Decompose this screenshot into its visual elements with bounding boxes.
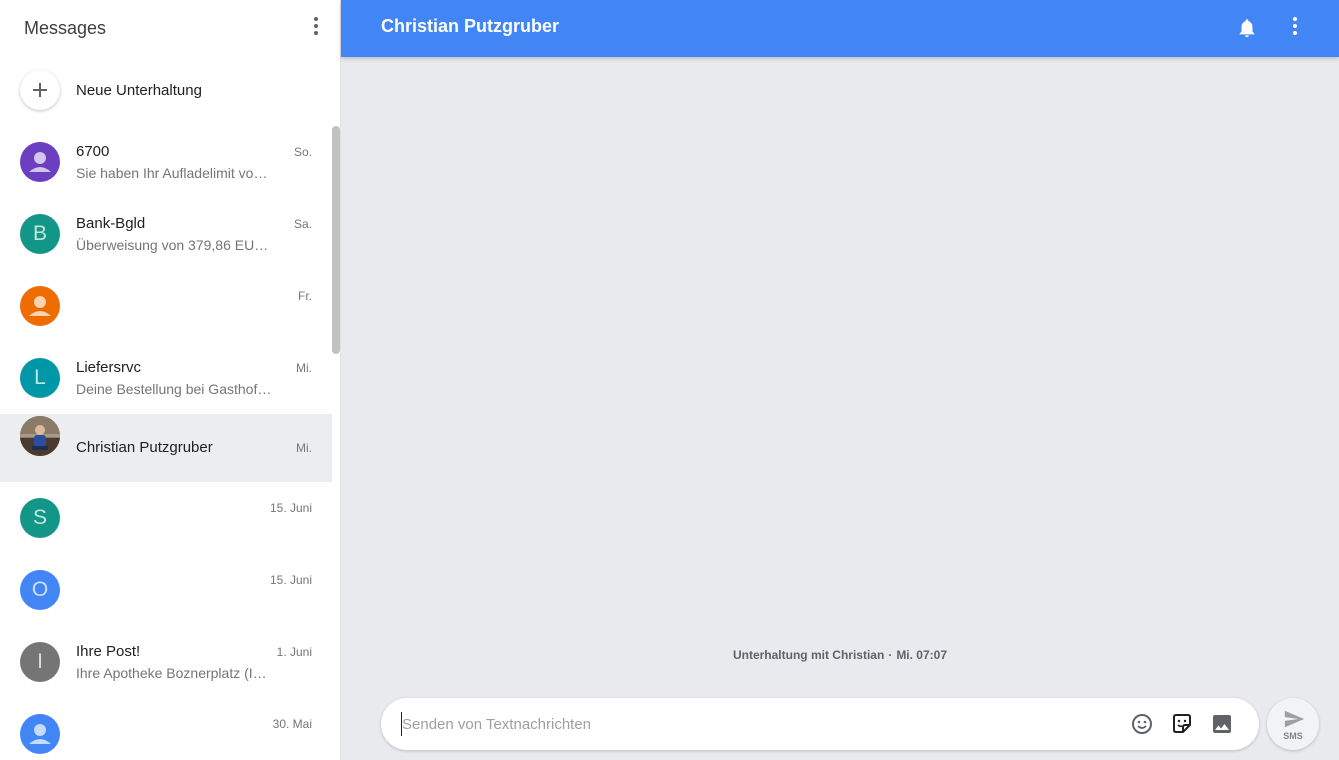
sticker-icon[interactable] — [1170, 712, 1194, 736]
send-icon — [1284, 710, 1305, 728]
conversation-item[interactable]: Fr. — [0, 270, 332, 342]
conversation-name: Ihre Post! — [76, 643, 141, 660]
plus-icon — [20, 70, 60, 110]
conversation-time: 1. Juni — [276, 645, 312, 659]
new-conversation-label: Neue Unterhaltung — [76, 82, 202, 99]
conversation-panel: Christian Putzgruber Unterhaltung mit Ch… — [341, 0, 1339, 760]
person-avatar-icon — [20, 714, 60, 754]
compose-bar — [381, 698, 1259, 750]
conversation-time: Sa. — [293, 217, 312, 231]
photo-avatar — [20, 416, 60, 456]
conversation-time: So. — [293, 145, 312, 159]
send-button[interactable]: SMS — [1267, 698, 1319, 750]
letter-avatar: S — [20, 498, 60, 538]
message-input[interactable] — [401, 712, 1101, 736]
more-options-icon[interactable] — [306, 16, 326, 36]
conversation-item[interactable]: 6700 Sie haben Ihr Aufladelimit vo… So. — [0, 126, 332, 198]
conversation-snippet: Ihre Apotheke Boznerplatz (I… — [76, 665, 267, 681]
letter-avatar: B — [20, 214, 60, 254]
conversation-time: Fr. — [298, 289, 312, 303]
conversation-info-time: Mi. 07:07 — [896, 648, 948, 662]
conversation-info: Unterhaltung mit Christian · Mi. 07:07 — [341, 648, 1339, 662]
conversation-item[interactable]: B Bank-Bgld Überweisung von 379,86 EU… S… — [0, 198, 332, 270]
more-options-icon[interactable] — [1285, 16, 1305, 36]
conversation-time: Mi. — [296, 361, 312, 375]
conversation-name: Christian Putzgruber — [76, 439, 213, 456]
conversation-snippet: Überweisung von 379,86 EU… — [76, 237, 269, 253]
conversation-snippet: Deine Bestellung bei Gasthof… — [76, 381, 272, 397]
conversation-snippet: Sie haben Ihr Aufladelimit vo… — [76, 165, 268, 181]
sidebar-scrollbar[interactable] — [332, 126, 340, 354]
person-avatar-icon — [20, 286, 60, 326]
conversation-info-label: Unterhaltung mit Christian — [732, 648, 885, 662]
letter-avatar: O — [20, 570, 60, 610]
conversation-name: Liefersrvc — [76, 359, 142, 376]
conversation-name: 6700 — [76, 143, 110, 160]
image-icon[interactable] — [1210, 712, 1234, 736]
conversation-time: 30. Mai — [272, 717, 312, 731]
letter-avatar: L — [20, 358, 60, 398]
conversation-item[interactable]: I Ihre Post! Ihre Apotheke Boznerplatz (… — [0, 626, 332, 698]
letter-avatar: I — [20, 642, 60, 682]
conversation-name: Bank-Bgld — [76, 215, 146, 232]
emoji-icon[interactable] — [1130, 712, 1154, 736]
conversation-time: Mi. — [296, 441, 312, 455]
conversation-time: 15. Juni — [269, 501, 312, 515]
separator: · — [888, 648, 893, 662]
conversation-item[interactable]: 30. Mai — [0, 698, 332, 760]
conversation-item[interactable]: L Liefersrvc Deine Bestellung bei Gastho… — [0, 342, 332, 414]
conversation-item-selected[interactable]: Christian Putzgruber Mi. — [0, 414, 332, 482]
sidebar: Messages Neue Unterhaltung 6700 Sie habe… — [0, 0, 341, 760]
person-avatar-icon — [20, 142, 60, 182]
sidebar-header: Messages — [0, 0, 340, 57]
conversation-header: Christian Putzgruber — [341, 0, 1339, 57]
app-title: Messages — [24, 18, 107, 38]
conversation-item[interactable]: O 15. Juni — [0, 554, 332, 626]
send-label: SMS — [1283, 731, 1303, 741]
bell-icon[interactable] — [1236, 16, 1258, 40]
new-conversation-button[interactable]: Neue Unterhaltung — [0, 62, 332, 120]
conversation-title: Christian Putzgruber — [381, 16, 560, 36]
conversation-time: 15. Juni — [269, 573, 312, 587]
conversation-list: 6700 Sie haben Ihr Aufladelimit vo… So. … — [0, 126, 332, 760]
conversation-item[interactable]: S 15. Juni — [0, 482, 332, 554]
